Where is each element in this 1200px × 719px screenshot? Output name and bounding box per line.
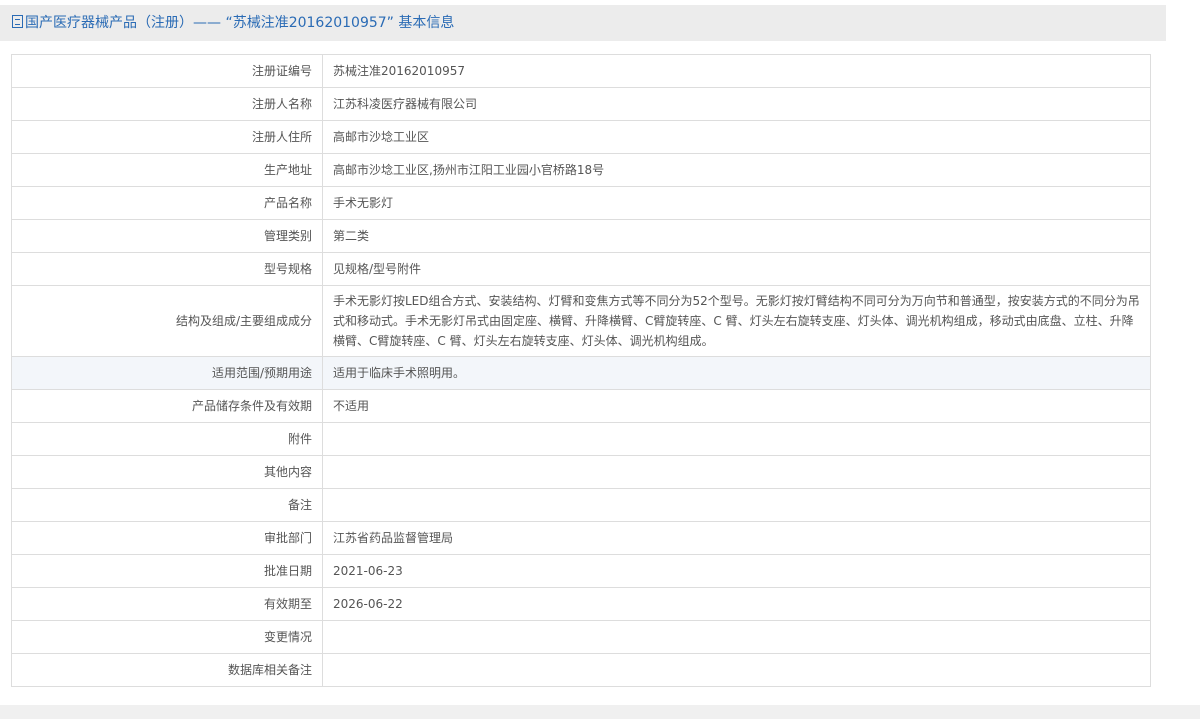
field-label: 备注	[11, 488, 323, 522]
table-row: 注册人名称 江苏科凌医疗器械有限公司	[11, 87, 1151, 121]
field-label: 管理类别	[11, 219, 323, 253]
page: 国产医疗器械产品（注册）—— “苏械注准20162010957” 基本信息 注册…	[0, 0, 1168, 705]
field-label: 结构及组成/主要组成成分	[11, 285, 323, 357]
field-label: 批准日期	[11, 554, 323, 588]
field-value	[322, 422, 1151, 456]
table-row: 有效期至 2026-06-22	[11, 587, 1151, 621]
field-label: 其他内容	[11, 455, 323, 489]
field-value: 手术无影灯	[322, 186, 1151, 220]
table-row: 变更情况	[11, 620, 1151, 654]
page-title: 国产医疗器械产品（注册）—— “苏械注准20162010957” 基本信息	[25, 15, 455, 31]
table-row: 数据库相关备注	[11, 653, 1151, 687]
table-row: 适用范围/预期用途 适用于临床手术照明用。	[11, 356, 1151, 390]
field-value: 江苏科凌医疗器械有限公司	[322, 87, 1151, 121]
table-row: 型号规格 见规格/型号附件	[11, 252, 1151, 286]
table-row: 生产地址 高邮市沙埝工业区,扬州市江阳工业园小官桥路18号	[11, 153, 1151, 187]
field-label: 适用范围/预期用途	[11, 356, 323, 390]
table-row: 备注	[11, 488, 1151, 522]
field-label: 附件	[11, 422, 323, 456]
field-value	[322, 620, 1151, 654]
field-label: 审批部门	[11, 521, 323, 555]
field-value	[322, 488, 1151, 522]
field-value	[322, 455, 1151, 489]
footer-band	[0, 705, 1200, 719]
field-value: 2021-06-23	[322, 554, 1151, 588]
field-value: 不适用	[322, 389, 1151, 423]
field-value: 适用于临床手术照明用。	[322, 356, 1151, 390]
field-label: 注册证编号	[11, 54, 323, 88]
info-table: 注册证编号 苏械注准20162010957 注册人名称 江苏科凌医疗器械有限公司 注册人…	[11, 54, 1151, 687]
table-row: 注册人住所 高邮市沙埝工业区	[11, 120, 1151, 154]
field-label: 注册人住所	[11, 120, 323, 154]
field-label: 变更情况	[11, 620, 323, 654]
field-label: 有效期至	[11, 587, 323, 621]
table-row: 附件	[11, 422, 1151, 456]
document-icon	[12, 15, 23, 28]
field-label: 产品名称	[11, 186, 323, 220]
field-label: 生产地址	[11, 153, 323, 187]
table-row: 产品储存条件及有效期 不适用	[11, 389, 1151, 423]
table-row: 结构及组成/主要组成成分 手术无影灯按LED组合方式、安装结构、灯臂和变焦方式等不…	[11, 285, 1151, 357]
table-row: 注册证编号 苏械注准20162010957	[11, 54, 1151, 88]
table-row: 批准日期 2021-06-23	[11, 554, 1151, 588]
table-row: 审批部门 江苏省药品监督管理局	[11, 521, 1151, 555]
field-value: 江苏省药品监督管理局	[322, 521, 1151, 555]
section-header: 国产医疗器械产品（注册）—— “苏械注准20162010957” 基本信息	[0, 5, 1166, 41]
field-value: 第二类	[322, 219, 1151, 253]
field-label: 型号规格	[11, 252, 323, 286]
field-value: 高邮市沙埝工业区,扬州市江阳工业园小官桥路18号	[322, 153, 1151, 187]
field-label: 数据库相关备注	[11, 653, 323, 687]
table-row: 其他内容	[11, 455, 1151, 489]
field-value: 高邮市沙埝工业区	[322, 120, 1151, 154]
field-value: 手术无影灯按LED组合方式、安装结构、灯臂和变焦方式等不同分为52个型号。无影灯…	[322, 285, 1151, 357]
table-row: 管理类别 第二类	[11, 219, 1151, 253]
field-label: 产品储存条件及有效期	[11, 389, 323, 423]
field-value: 见规格/型号附件	[322, 252, 1151, 286]
field-value	[322, 653, 1151, 687]
field-value: 苏械注准20162010957	[322, 54, 1151, 88]
field-value: 2026-06-22	[322, 587, 1151, 621]
table-row: 产品名称 手术无影灯	[11, 186, 1151, 220]
field-label: 注册人名称	[11, 87, 323, 121]
